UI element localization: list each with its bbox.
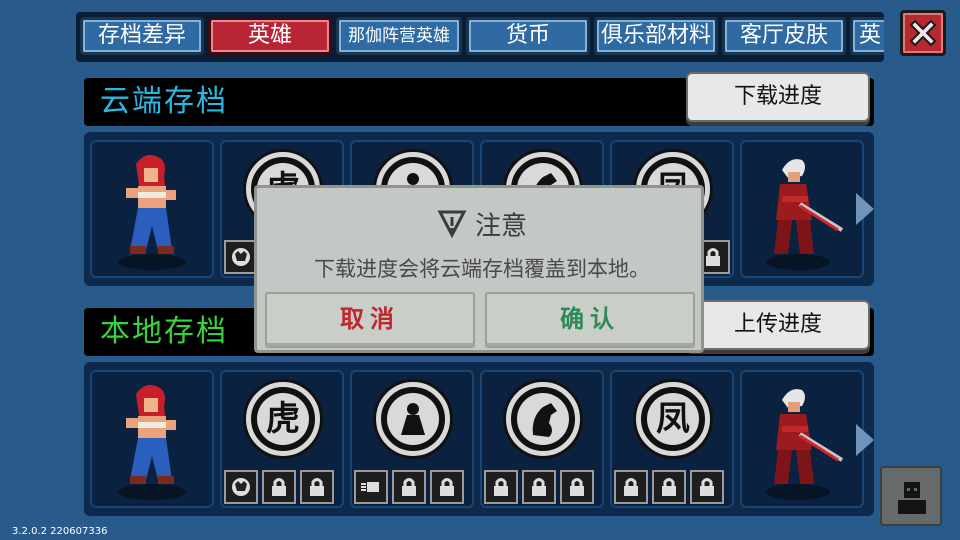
tab-more-heroes[interactable]: 英 bbox=[850, 17, 884, 55]
hero-slot[interactable] bbox=[480, 370, 604, 508]
next-heroes-arrow-icon[interactable] bbox=[856, 424, 874, 456]
cloud-save-title: 云端存档 bbox=[100, 84, 228, 119]
hero-slot[interactable] bbox=[90, 370, 214, 508]
dialog-message: 下载进度会将云端存档覆盖到本地。 bbox=[314, 257, 650, 281]
warning-icon bbox=[437, 208, 467, 246]
lock-icon bbox=[690, 470, 724, 504]
profile-button[interactable] bbox=[880, 466, 942, 526]
version-label: 3.2.0.2 220607336 bbox=[12, 526, 108, 537]
tiger-ability-icon bbox=[224, 240, 258, 274]
user-silhouette-icon bbox=[898, 482, 926, 514]
phoenix-emblem-icon: 凤 bbox=[636, 382, 710, 456]
tab-lounge-skins[interactable]: 客厅皮肤 bbox=[722, 17, 846, 55]
lock-icon bbox=[522, 470, 556, 504]
lock-icon bbox=[262, 470, 296, 504]
hero-slot[interactable] bbox=[350, 370, 474, 508]
next-heroes-arrow-icon[interactable] bbox=[856, 193, 874, 225]
hero-slot[interactable]: 虎 bbox=[220, 370, 344, 508]
upload-progress-button[interactable]: 上传进度 bbox=[686, 300, 870, 350]
white-haired-swordsman-sprite bbox=[766, 159, 844, 270]
lock-icon bbox=[614, 470, 648, 504]
tab-naga-heroes[interactable]: 那伽阵营英雄 bbox=[336, 17, 462, 55]
hero-slot[interactable] bbox=[90, 140, 214, 278]
tab-heroes[interactable]: 英雄 bbox=[208, 17, 332, 55]
confirm-button[interactable]: 确认 bbox=[485, 292, 695, 348]
dialog-title: 注意 bbox=[257, 208, 707, 246]
horse-emblem-icon bbox=[506, 382, 580, 456]
lock-icon bbox=[484, 470, 518, 504]
close-icon bbox=[909, 19, 937, 47]
white-haired-swordsman-sprite bbox=[766, 389, 844, 500]
red-haired-fighter-sprite bbox=[118, 385, 186, 500]
local-hero-row: 虎 凤 bbox=[84, 362, 874, 516]
tiger-ability-icon bbox=[224, 470, 258, 504]
confirm-dialog: 注意 下载进度会将云端存档覆盖到本地。 取消 确认 bbox=[254, 185, 704, 353]
local-save-title: 本地存档 bbox=[100, 314, 228, 349]
download-progress-button[interactable]: 下载进度 bbox=[686, 72, 870, 122]
tab-save-diff[interactable]: 存档差异 bbox=[80, 17, 204, 55]
lock-icon bbox=[652, 470, 686, 504]
lock-icon bbox=[392, 470, 426, 504]
close-button[interactable] bbox=[900, 10, 946, 56]
monk-emblem-icon bbox=[376, 382, 450, 456]
tab-club-materials[interactable]: 俱乐部材料 bbox=[594, 17, 718, 55]
dialog-title-text: 注意 bbox=[474, 211, 527, 242]
category-tab-bar: 存档差异 英雄 那伽阵营英雄 货币 俱乐部材料 客厅皮肤英 bbox=[76, 12, 884, 62]
hero-slot[interactable] bbox=[740, 140, 864, 278]
tab-currency[interactable]: 货币 bbox=[466, 17, 590, 55]
tiger-emblem-icon: 虎 bbox=[246, 382, 320, 456]
fist-ability-icon bbox=[354, 470, 388, 504]
lock-icon bbox=[430, 470, 464, 504]
hero-slot[interactable]: 凤 bbox=[610, 370, 734, 508]
cancel-button[interactable]: 取消 bbox=[265, 292, 475, 348]
lock-icon bbox=[560, 470, 594, 504]
red-haired-fighter-sprite bbox=[118, 155, 186, 270]
lock-icon bbox=[300, 470, 334, 504]
hero-slot[interactable] bbox=[740, 370, 864, 508]
